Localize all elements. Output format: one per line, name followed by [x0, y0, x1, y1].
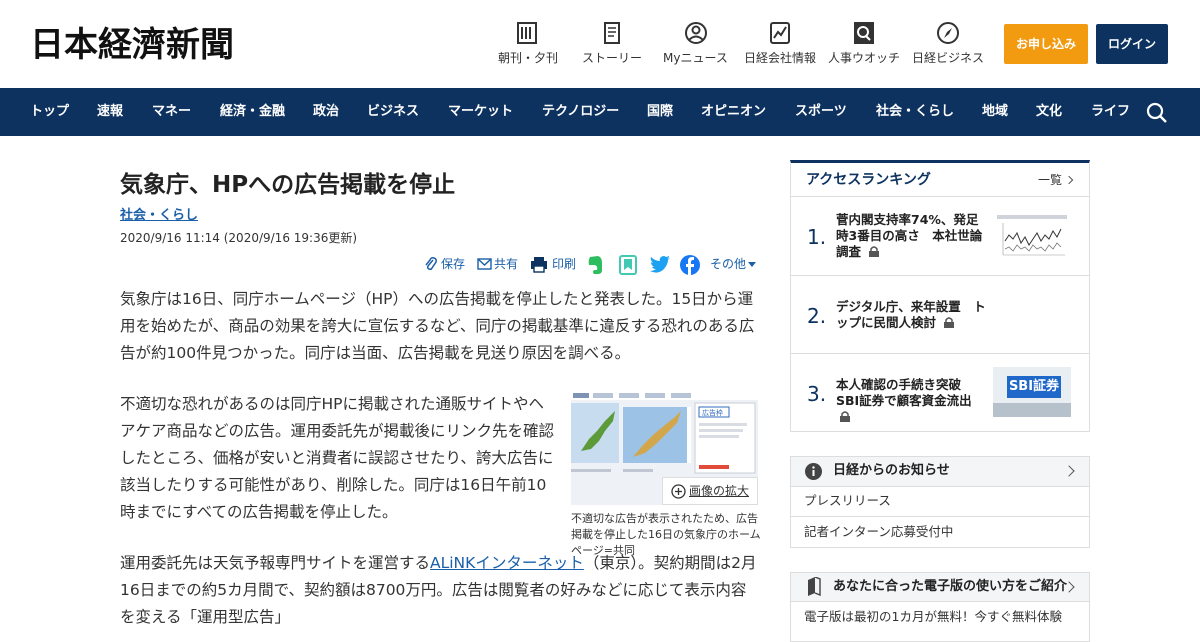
- search-icon[interactable]: [1146, 102, 1168, 124]
- nav-region[interactable]: 地域: [982, 88, 1008, 136]
- sbi-building: [993, 403, 1071, 417]
- ranking-title: 菅内閣支持率74%、発足時3番目の高さ 本社世論調査: [836, 212, 983, 259]
- caret-down-icon: [748, 262, 756, 267]
- main-nav-bar: トップ 速報 マネー 経済・金融 政治 ビジネス マーケット テクノロジー 国際…: [0, 88, 1200, 136]
- ranking-number: 3.: [807, 382, 827, 406]
- share-other-label: その他: [710, 257, 747, 271]
- book-icon: [808, 577, 821, 596]
- free-trial-link[interactable]: 電子版は最初の1カ月が無料！今すぐ無料体験: [804, 609, 1062, 625]
- ranking-title: 本人確認の手続き突破 SBI証券で顧客資金流出: [836, 377, 974, 408]
- people-search-icon: [854, 22, 874, 44]
- nav-international[interactable]: 国際: [647, 88, 673, 136]
- nav-label: 日経ビジネス: [912, 51, 985, 65]
- paragraph-3-text-before: 運用委託先は天気予報専門サイトを運営する: [120, 554, 431, 572]
- ranking-text: 菅内閣支持率74%、発足時3番目の高さ 本社世論調査: [836, 212, 986, 260]
- print-label: 印刷: [552, 257, 577, 271]
- digital-edition-title: あなたに合った電子版の使い方をご紹介: [833, 579, 1068, 594]
- story-icon: [604, 22, 620, 44]
- save-label: 保存: [441, 257, 466, 271]
- evernote-icon[interactable]: [586, 255, 604, 275]
- newspaper-icon: [517, 22, 537, 44]
- nav-opinion[interactable]: オピニオン: [701, 88, 766, 136]
- nav-society-life[interactable]: 社会・くらし: [876, 88, 954, 136]
- image-zoom-label: 画像の拡大: [688, 484, 749, 498]
- ranking-thumbnail-sbi[interactable]: SBI証券: [993, 367, 1071, 417]
- lock-icon: [944, 317, 955, 328]
- compass-icon: [937, 22, 959, 44]
- ranking-thumbnail-chart[interactable]: [993, 211, 1071, 261]
- login-button[interactable]: ログイン: [1096, 24, 1168, 64]
- ranking-number: 1.: [807, 225, 827, 249]
- nav-label: 人事ウオッチ: [828, 51, 901, 65]
- nav-breaking[interactable]: 速報: [97, 88, 123, 136]
- bookmark-note-icon[interactable]: [619, 255, 637, 275]
- nav-my-news[interactable]: Myニュース: [663, 22, 729, 70]
- nav-money[interactable]: マネー: [152, 88, 191, 136]
- ranking-text: デジタル庁、来年設置 トップに民間人検討: [836, 299, 986, 331]
- press-release-link[interactable]: プレスリリース: [804, 493, 891, 509]
- info-icon: [805, 463, 822, 480]
- facebook-icon[interactable]: [680, 255, 700, 275]
- article-date: 2020/9/16 11:14 (2020/9/16 19:36更新): [120, 231, 358, 245]
- lock-icon: [869, 246, 880, 257]
- nav-morning-evening[interactable]: 朝刊・夕刊: [498, 22, 560, 70]
- divider: [791, 601, 1089, 602]
- nav-technology[interactable]: テクノロジー: [542, 88, 619, 136]
- nav-label: 日経会社情報: [744, 51, 817, 65]
- share-label: 共有: [494, 257, 519, 271]
- intern-recruit-link[interactable]: 記者インターン応募受付中: [804, 524, 953, 540]
- divider: [791, 486, 1089, 487]
- nav-market[interactable]: マーケット: [448, 88, 513, 136]
- nav-politics[interactable]: 政治: [313, 88, 339, 136]
- zoom-in-icon: [671, 484, 686, 499]
- notice-title: 日経からのお知らせ: [833, 463, 950, 478]
- subscribe-button[interactable]: お申し込み: [1004, 24, 1088, 64]
- nav-culture[interactable]: 文化: [1036, 88, 1062, 136]
- ranking-text: 本人確認の手続き突破 SBI証券で顧客資金流出: [836, 377, 986, 425]
- ranking-more-label: 一覧: [1038, 173, 1063, 187]
- company-chart-icon: [770, 22, 790, 44]
- article-paragraph-3: 運用委託先は天気予報専門サイトを運営するALiNKインターネット（東京）。契約期…: [120, 550, 760, 631]
- nav-sports[interactable]: スポーツ: [795, 88, 847, 136]
- alink-company-link[interactable]: ALiNKインターネット: [430, 554, 584, 572]
- nav-life[interactable]: ライフ: [1091, 88, 1130, 136]
- person-icon: [685, 22, 707, 44]
- nav-label: ストーリー: [582, 51, 643, 65]
- ranking-number: 2.: [807, 304, 827, 328]
- twitter-icon[interactable]: [650, 256, 670, 273]
- printer-icon: [531, 257, 547, 273]
- ranking-more-link[interactable]: 一覧: [1038, 172, 1074, 188]
- nav-company-info[interactable]: 日経会社情報: [744, 22, 818, 70]
- article-paragraph-1: 気象庁は16日、同庁ホームページ（HP）への広告掲載を停止したと発表した。15日…: [120, 290, 755, 362]
- nav-label: 朝刊・夕刊: [498, 51, 559, 65]
- nav-top[interactable]: トップ: [30, 88, 69, 136]
- share-other-dropdown[interactable]: その他: [710, 255, 756, 275]
- divider: [791, 516, 1089, 517]
- nav-economy-finance[interactable]: 経済・金融: [220, 88, 285, 136]
- nav-label: Myニュース: [663, 51, 728, 65]
- article-title: 気象庁、HPへの広告掲載を停止: [120, 172, 456, 198]
- sbi-logo-sign: SBI証券: [1007, 376, 1061, 398]
- image-zoom-button[interactable]: 画像の拡大: [662, 477, 758, 505]
- nav-nikkei-business[interactable]: 日経ビジネス: [912, 22, 986, 70]
- access-ranking-title: アクセスランキング: [806, 172, 931, 188]
- article-paragraph-2: 不適切な恐れがあるのは同庁HPに掲載された通販サイトやヘアケア商品などの広告。運…: [120, 395, 555, 521]
- clip-icon: [425, 257, 437, 271]
- site-header: 日本経濟新聞 朝刊・夕刊 ストーリー Myニュース 日経会社情報 人事ウオッチ …: [0, 0, 1200, 88]
- article-category-link[interactable]: 社会・くらし: [120, 207, 198, 225]
- lock-icon: [840, 411, 850, 422]
- ad-frame-label: 広告枠: [702, 408, 723, 417]
- nav-business[interactable]: ビジネス: [367, 88, 419, 136]
- mail-icon: [477, 258, 492, 270]
- nav-personnel-watch[interactable]: 人事ウオッチ: [828, 22, 902, 70]
- nav-story[interactable]: ストーリー: [582, 22, 644, 70]
- nikkei-logo[interactable]: 日本経濟新聞: [30, 27, 234, 63]
- ranking-title: デジタル庁、来年設置 トップに民間人検討: [836, 299, 986, 330]
